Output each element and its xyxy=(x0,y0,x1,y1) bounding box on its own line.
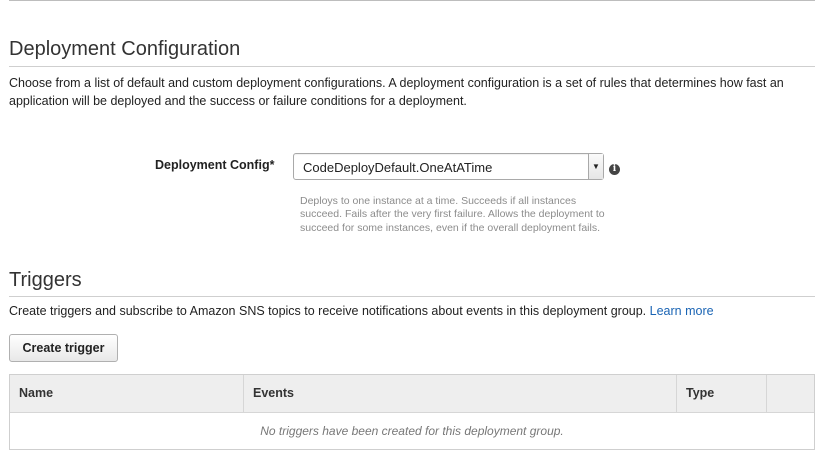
dropdown-arrow-icon[interactable]: ▼ xyxy=(588,154,603,179)
triggers-empty-message: No triggers have been created for this d… xyxy=(260,424,564,438)
column-header-actions xyxy=(766,375,814,412)
top-divider xyxy=(9,0,815,1)
triggers-title: Triggers xyxy=(9,269,82,291)
column-header-type[interactable]: Type xyxy=(676,375,766,412)
deployment-config-title: Deployment Configuration xyxy=(9,38,241,60)
create-trigger-button[interactable]: Create trigger xyxy=(9,334,118,362)
deployment-config-help-text: Deploys to one instance at a time. Succe… xyxy=(300,195,605,234)
triggers-table: Name Events Type No triggers have been c… xyxy=(9,374,815,450)
column-header-name[interactable]: Name xyxy=(10,375,243,412)
triggers-table-header: Name Events Type xyxy=(10,375,814,413)
deployment-config-label: Deployment Config* xyxy=(155,158,275,172)
triggers-description: Create triggers and subscribe to Amazon … xyxy=(9,302,809,320)
learn-more-link[interactable]: Learn more xyxy=(650,304,714,318)
deployment-config-select[interactable]: CodeDeployDefault.OneAtATime ▼ xyxy=(293,153,604,180)
triggers-description-text: Create triggers and subscribe to Amazon … xyxy=(9,304,647,318)
column-header-events[interactable]: Events xyxy=(243,375,676,412)
info-icon[interactable]: i xyxy=(609,164,620,175)
deployment-config-description: Choose from a list of default and custom… xyxy=(9,76,784,108)
triggers-divider xyxy=(9,296,815,297)
deployment-config-divider xyxy=(9,66,815,67)
deployment-config-selected-value: CodeDeployDefault.OneAtATime xyxy=(303,160,493,175)
